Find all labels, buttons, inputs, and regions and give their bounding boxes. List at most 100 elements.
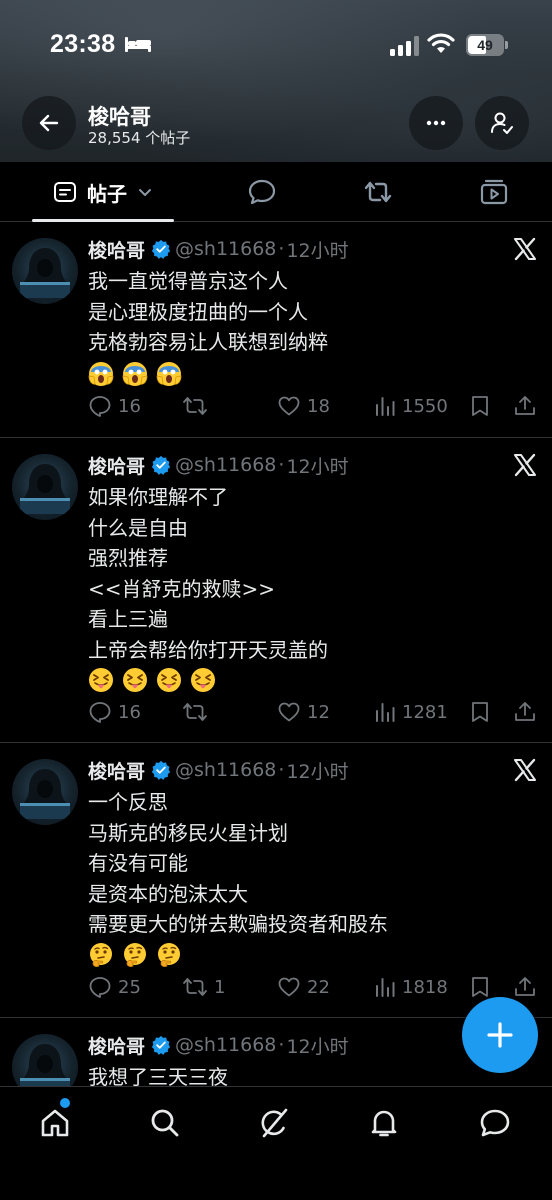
thinking-emoji bbox=[90, 942, 112, 967]
home-icon bbox=[41, 1109, 69, 1137]
battery-level: 49 bbox=[477, 37, 493, 53]
tab-media[interactable] bbox=[466, 162, 522, 222]
post-handle[interactable]: @sh11668 bbox=[175, 238, 276, 260]
verified-badge-icon bbox=[151, 760, 171, 780]
back-button[interactable] bbox=[22, 96, 76, 150]
scream-emoji bbox=[88, 361, 114, 386]
heart-icon bbox=[278, 702, 300, 722]
squinting-tongue-emoji bbox=[157, 668, 181, 692]
repost-button[interactable]: 1 bbox=[182, 972, 225, 1002]
nav-search[interactable] bbox=[143, 1101, 187, 1145]
post-time[interactable]: 12小时 bbox=[286, 1032, 348, 1059]
nav-home[interactable] bbox=[33, 1101, 77, 1145]
post-author-name[interactable]: 梭哈哥 bbox=[88, 452, 145, 479]
profile-tabs: 帖子 bbox=[0, 162, 552, 222]
post-author-name[interactable]: 梭哈哥 bbox=[88, 757, 145, 784]
views-button[interactable]: 1550 bbox=[374, 391, 448, 421]
post-handle[interactable]: @sh11668 bbox=[175, 759, 276, 781]
media-icon bbox=[480, 179, 508, 205]
share-button[interactable] bbox=[513, 697, 543, 727]
post-header: 梭哈哥 @sh11668 · 12小时 bbox=[88, 450, 349, 480]
post[interactable]: 梭哈哥 @sh11668 · 12小时 我一直觉得普京这个人 是心理极度扭曲的一… bbox=[0, 222, 552, 438]
like-button[interactable]: 12 bbox=[277, 697, 330, 727]
post-text: 我一直觉得普京这个人 是心理极度扭曲的一个人 克格勃容易让人联想到纳粹 bbox=[88, 266, 528, 388]
tab-posts-label: 帖子 bbox=[87, 181, 127, 206]
post-line: 什么是自由 bbox=[88, 515, 188, 540]
nav-notifications[interactable] bbox=[362, 1101, 406, 1145]
post-header: 梭哈哥 @sh11668 · 12小时 bbox=[88, 1030, 349, 1060]
share-icon bbox=[515, 702, 535, 721]
share-icon bbox=[515, 977, 535, 996]
post-line: 有没有可能 bbox=[88, 851, 188, 875]
follow-user-button[interactable] bbox=[475, 96, 529, 150]
repost-button[interactable] bbox=[182, 697, 214, 727]
views-button[interactable]: 1281 bbox=[374, 697, 448, 727]
separator-dot: · bbox=[278, 1034, 285, 1056]
tab-replies[interactable] bbox=[234, 162, 290, 222]
avatar[interactable] bbox=[12, 759, 78, 825]
post-line: 我一直觉得普京这个人 bbox=[88, 269, 288, 293]
post[interactable]: 梭哈哥 @sh11668 · 12小时 如果你理解不了 什么是自由 强烈推荐 <… bbox=[0, 438, 552, 743]
tab-posts[interactable]: 帖子 bbox=[32, 162, 174, 222]
separator-dot: · bbox=[278, 454, 285, 476]
share-button[interactable] bbox=[513, 391, 543, 421]
share-icon bbox=[515, 396, 535, 415]
nav-grok[interactable] bbox=[252, 1101, 296, 1145]
repost-icon bbox=[183, 397, 207, 415]
x-logo-icon[interactable] bbox=[512, 757, 538, 783]
reply-button[interactable]: 25 bbox=[88, 972, 141, 1002]
posts-icon bbox=[54, 182, 76, 202]
post-line: 需要更大的饼去欺骗投资者和股东 bbox=[88, 912, 388, 936]
post-handle[interactable]: @sh11668 bbox=[175, 1034, 276, 1056]
cellular-signal-icon bbox=[390, 36, 419, 56]
messages-icon bbox=[480, 1109, 510, 1137]
reply-icon bbox=[89, 396, 111, 417]
x-logo-icon[interactable] bbox=[512, 452, 538, 478]
compose-post-button[interactable] bbox=[462, 997, 538, 1073]
like-button[interactable]: 22 bbox=[277, 972, 330, 1002]
home-unread-dot bbox=[60, 1098, 70, 1108]
repost-count: 1 bbox=[214, 976, 226, 998]
views-icon bbox=[376, 978, 395, 997]
thinking-emoji bbox=[158, 942, 180, 967]
emoji-row bbox=[88, 940, 528, 970]
nav-messages[interactable] bbox=[473, 1101, 517, 1145]
bookmark-button[interactable] bbox=[469, 697, 497, 727]
post-actions: 25 1 22 1818 bbox=[88, 972, 548, 1002]
bookmark-button[interactable] bbox=[469, 391, 497, 421]
post-time[interactable]: 12小时 bbox=[286, 236, 348, 263]
tab-reposts[interactable] bbox=[350, 162, 406, 222]
post-line: 马斯克的移民火星计划 bbox=[88, 820, 288, 845]
x-logo-icon[interactable] bbox=[512, 236, 538, 262]
post-line: 上帝会帮给你打开天灵盖的 bbox=[88, 637, 328, 662]
separator-dot: · bbox=[278, 238, 285, 260]
repost-icon bbox=[183, 703, 207, 721]
avatar[interactable] bbox=[12, 238, 78, 304]
reply-button[interactable]: 16 bbox=[88, 697, 141, 727]
reply-count: 25 bbox=[118, 976, 141, 998]
more-options-icon bbox=[426, 120, 446, 126]
post-author-name[interactable]: 梭哈哥 bbox=[88, 1032, 145, 1059]
post-time[interactable]: 12小时 bbox=[286, 452, 348, 479]
separator-dot: · bbox=[278, 759, 285, 781]
avatar[interactable] bbox=[12, 1034, 78, 1086]
heart-icon bbox=[278, 977, 300, 997]
views-count: 1550 bbox=[402, 395, 448, 417]
like-button[interactable]: 18 bbox=[277, 391, 330, 421]
squinting-tongue-emoji bbox=[89, 668, 113, 692]
more-options-button[interactable] bbox=[409, 96, 463, 150]
like-count: 12 bbox=[307, 701, 330, 723]
post[interactable]: 梭哈哥 @sh11668 · 12小时 一个反思 马斯克的移民火星计划 有没有可… bbox=[0, 743, 552, 1018]
views-button[interactable]: 1818 bbox=[374, 972, 448, 1002]
post-text: 如果你理解不了 什么是自由 强烈推荐 <<肖舒克的救赎>> 看上三遍 上帝会帮给… bbox=[88, 482, 528, 695]
reply-icon bbox=[89, 702, 111, 723]
chevron-down-icon[interactable] bbox=[137, 184, 153, 200]
post-author-name[interactable]: 梭哈哥 bbox=[88, 236, 145, 263]
post-handle[interactable]: @sh11668 bbox=[175, 454, 276, 476]
reply-button[interactable]: 16 bbox=[88, 391, 141, 421]
post-time[interactable]: 12小时 bbox=[286, 757, 348, 784]
avatar[interactable] bbox=[12, 454, 78, 520]
repost-button[interactable] bbox=[182, 391, 214, 421]
post-header: 梭哈哥 @sh11668 · 12小时 bbox=[88, 755, 349, 785]
share-button[interactable] bbox=[513, 972, 543, 1002]
